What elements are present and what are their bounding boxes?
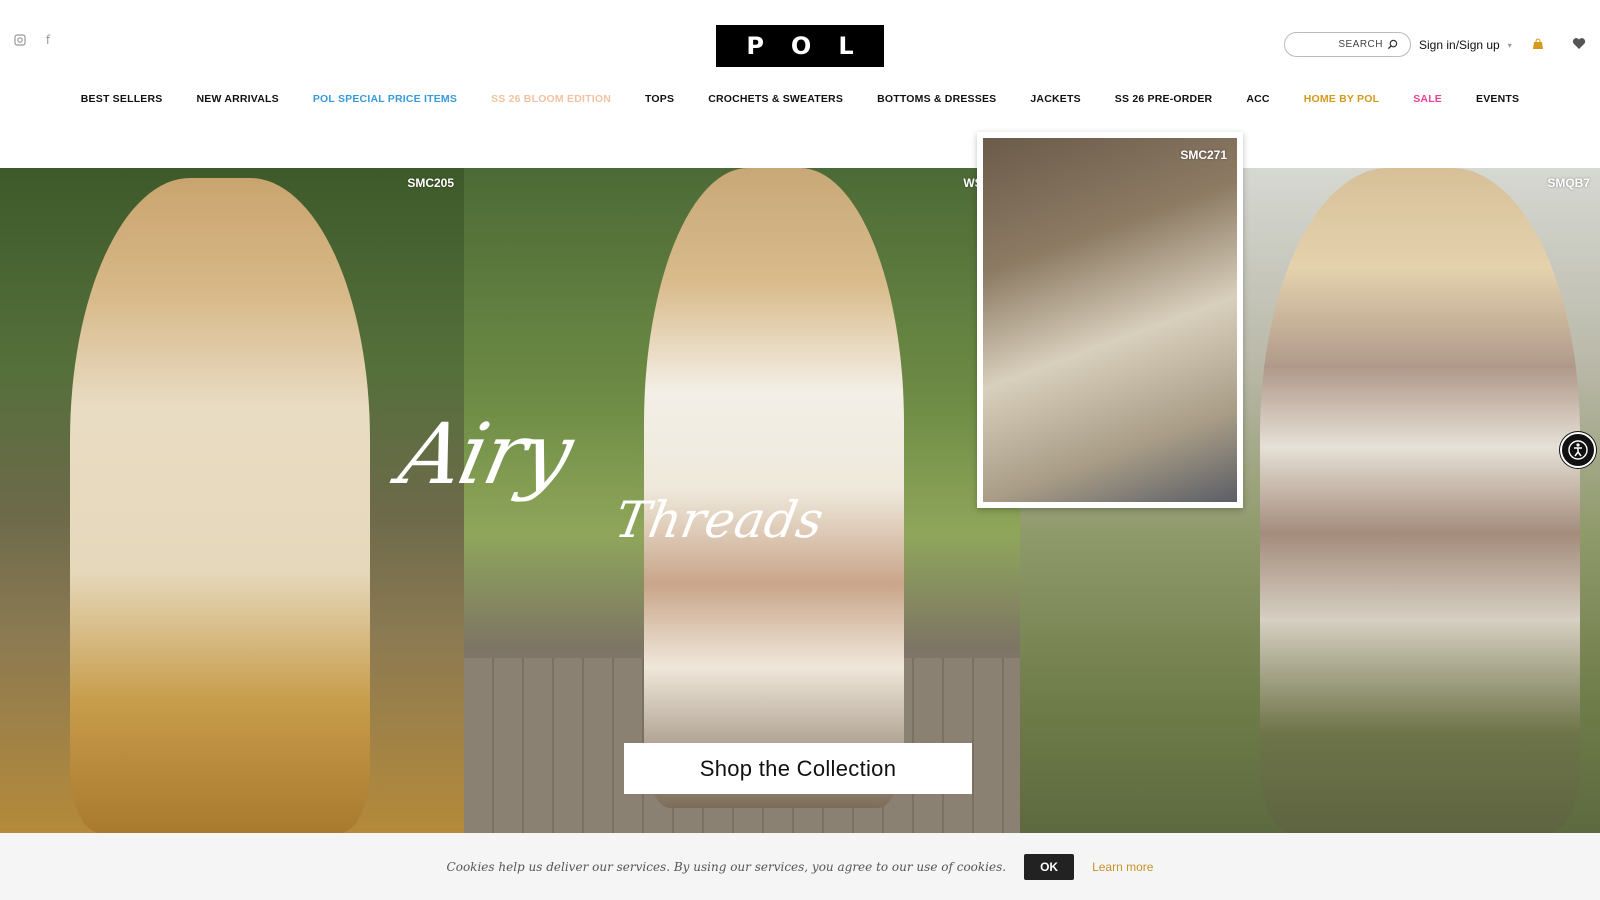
cookie-learn-more-link[interactable]: Learn more xyxy=(1092,860,1153,874)
site-logo[interactable]: POL xyxy=(716,25,884,67)
model-figure xyxy=(1260,168,1580,833)
hero-banner[interactable]: SMC205 WST127 SMQB7 xyxy=(0,168,1600,833)
search-icon xyxy=(1387,39,1398,50)
cookie-bar: Cookies help us deliver our services. By… xyxy=(0,833,1600,900)
accessibility-icon[interactable] xyxy=(1560,432,1596,468)
product-code: SMQB7 xyxy=(1547,176,1590,190)
model-figure xyxy=(644,168,904,808)
bag-icon[interactable] xyxy=(1532,38,1544,50)
hero-inset-image[interactable]: SMC271 xyxy=(977,132,1243,508)
nav-bloom-edition[interactable]: SS 26 BLOOM EDITION xyxy=(474,93,628,105)
inset-photo: SMC271 xyxy=(983,138,1237,502)
nav-bottoms-dresses[interactable]: BOTTOMS & DRESSES xyxy=(860,93,1013,105)
cookie-ok-button[interactable]: OK xyxy=(1024,853,1075,880)
nav-tops[interactable]: TOPS xyxy=(628,93,691,105)
chevron-down-icon: ▾ xyxy=(1507,40,1512,50)
model-figure xyxy=(70,178,370,833)
nav-pre-order[interactable]: SS 26 PRE-ORDER xyxy=(1098,93,1230,105)
nav-best-sellers[interactable]: BEST SELLERS xyxy=(64,93,180,105)
signin-link[interactable]: Sign in/Sign up ▾ xyxy=(1419,38,1512,52)
nav-crochets-sweaters[interactable]: CROCHETS & SWEATERS xyxy=(691,93,860,105)
heart-icon[interactable] xyxy=(1572,37,1586,50)
product-code: SMC271 xyxy=(1180,148,1227,162)
facebook-icon[interactable]: f xyxy=(42,33,54,47)
nav-acc[interactable]: ACC xyxy=(1229,93,1286,105)
search-label: SEARCH xyxy=(1338,39,1383,50)
cookie-message: Cookies help us deliver our services. By… xyxy=(446,859,1007,874)
signin-label: Sign in/Sign up xyxy=(1419,38,1500,52)
nav-sale[interactable]: SALE xyxy=(1396,93,1459,105)
product-code: SMC205 xyxy=(407,176,454,190)
main-nav: BEST SELLERS NEW ARRIVALS POL SPECIAL PR… xyxy=(0,93,1600,105)
search-box[interactable]: SEARCH xyxy=(1284,32,1411,57)
nav-events[interactable]: EVENTS xyxy=(1459,93,1536,105)
nav-home-by-pol[interactable]: HOME BY POL xyxy=(1287,93,1397,105)
shop-collection-button[interactable]: Shop the Collection xyxy=(624,743,972,794)
social-links: f xyxy=(14,33,54,47)
hero-image-center[interactable]: WST127 xyxy=(464,168,1020,833)
hero-image-left[interactable]: SMC205 xyxy=(0,168,464,833)
site-header: f POL SEARCH Sign in/Sign up ▾ BEST SELL… xyxy=(0,0,1600,168)
nav-special-price[interactable]: POL SPECIAL PRICE ITEMS xyxy=(296,93,474,105)
instagram-icon[interactable] xyxy=(14,34,26,46)
nav-jackets[interactable]: JACKETS xyxy=(1013,93,1097,105)
nav-new-arrivals[interactable]: NEW ARRIVALS xyxy=(180,93,296,105)
